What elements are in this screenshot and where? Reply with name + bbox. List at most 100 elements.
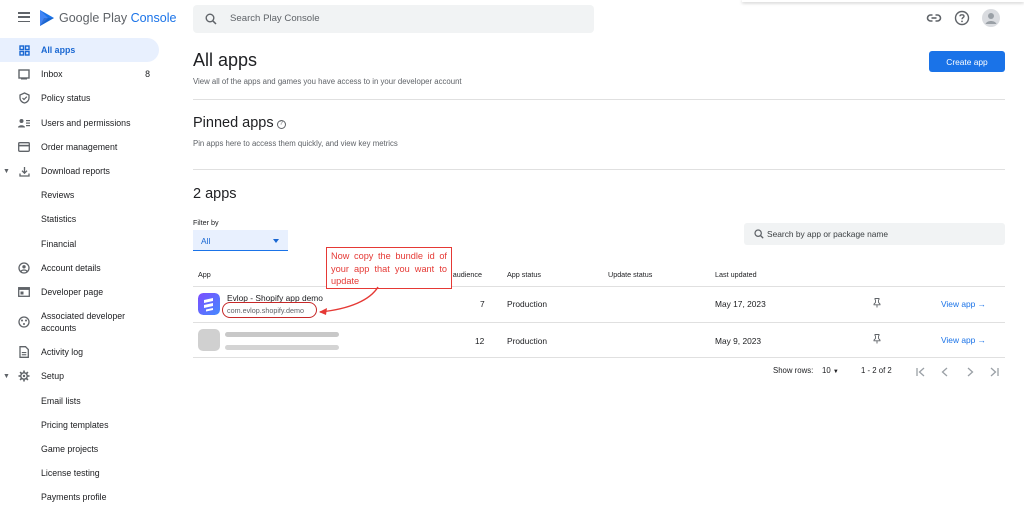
pin-icon[interactable]: [873, 298, 881, 308]
search-icon: [754, 229, 764, 239]
last-updated-value: May 17, 2023: [715, 299, 766, 309]
help-icon[interactable]: [954, 10, 970, 26]
column-header-app-status[interactable]: App status: [507, 270, 541, 279]
search-icon: [205, 13, 217, 25]
card-icon: [18, 141, 30, 153]
associated-icon: [18, 316, 30, 328]
table-row[interactable]: 12 Production May 9, 2023 View app →: [193, 322, 1005, 358]
column-header-last-updated[interactable]: Last updated: [715, 270, 757, 279]
help-circle-icon[interactable]: ?: [276, 120, 286, 129]
app-logo-icon: [198, 329, 220, 351]
show-rows-label: Show rows:: [773, 366, 814, 375]
sidebar-item-email-lists[interactable]: Email lists: [0, 388, 168, 412]
sidebar-item-activity-log[interactable]: Activity log: [0, 340, 168, 364]
sidebar-item-order-management[interactable]: Order management: [0, 135, 168, 159]
sidebar-item-statistics[interactable]: Statistics: [0, 207, 168, 231]
app-search-input[interactable]: Search by app or package name: [744, 223, 1005, 245]
sidebar-item-developer-page[interactable]: Developer page: [0, 280, 168, 304]
sidebar-item-pricing-templates[interactable]: Pricing templates: [0, 413, 168, 437]
view-app-link[interactable]: View app →: [941, 335, 986, 345]
sidebar-item-associated-developer-accounts[interactable]: Associated developer accounts: [0, 304, 168, 340]
sidebar-item-label: Pricing templates: [41, 419, 109, 430]
shield-icon: [18, 92, 30, 105]
sidebar-item-download-reports[interactable]: ▼ Download reports: [0, 159, 168, 183]
link-icon[interactable]: [926, 10, 942, 26]
sidebar-item-label: Download reports: [41, 166, 110, 177]
arrow-right-icon: →: [977, 335, 987, 345]
sidebar-item-reviews[interactable]: Reviews: [0, 183, 168, 207]
divider: [193, 99, 1005, 100]
caret-down-icon[interactable]: ▼: [3, 168, 10, 175]
create-app-button[interactable]: Create app: [929, 51, 1005, 72]
app-search-placeholder: Search by app or package name: [767, 229, 889, 239]
sidebar-item-label: Inbox: [41, 69, 63, 80]
sidebar: Google Play Console All apps Inbox 8 Pol…: [0, 0, 176, 509]
filter-label: Filter by: [193, 218, 219, 227]
annotation-text: Now copy the bundle id of your app that …: [331, 251, 447, 286]
sidebar-item-label: Reviews: [41, 190, 75, 201]
brand-header: Google Play Console: [0, 0, 176, 36]
sidebar-item-label: Setup: [41, 371, 64, 382]
search-placeholder: Search Play Console: [230, 13, 320, 24]
redacted-app-name: [225, 332, 339, 337]
caret-down-icon[interactable]: ▼: [3, 373, 10, 380]
gear-icon: [18, 370, 30, 382]
page-icon: [18, 286, 30, 298]
play-console-logo-icon: [40, 10, 54, 26]
page-title: All apps: [193, 50, 258, 70]
users-icon: [18, 117, 30, 129]
first-page-icon[interactable]: [914, 365, 928, 379]
top-bar-actions: [904, 0, 1024, 36]
view-app-link[interactable]: View app →: [941, 299, 986, 309]
sidebar-item-label: Email lists: [41, 395, 81, 406]
sidebar-item-label: Account details: [41, 262, 101, 273]
next-page-icon[interactable]: [963, 365, 977, 379]
sidebar-item-label: Game projects: [41, 443, 99, 454]
sidebar-item-label: Associated developer accounts: [41, 311, 126, 334]
sidebar-item-financial[interactable]: Financial: [0, 232, 168, 256]
account-icon: [18, 262, 30, 274]
pin-icon[interactable]: [873, 334, 881, 344]
sidebar-item-game-projects[interactable]: Game projects: [0, 437, 168, 461]
sidebar-item-label: All apps: [41, 45, 76, 56]
sidebar-item-label: License testing: [41, 468, 100, 479]
annotation-arrow-icon: [319, 286, 379, 315]
last-page-icon[interactable]: [987, 365, 1001, 379]
sidebar-item-inbox[interactable]: Inbox 8: [0, 62, 168, 86]
column-header-update-status[interactable]: Update status: [608, 270, 652, 279]
menu-icon[interactable]: [18, 12, 30, 23]
arrow-right-icon: →: [977, 299, 987, 309]
sidebar-item-policy-status[interactable]: Policy status: [0, 86, 168, 110]
app-logo-icon: [198, 293, 220, 315]
download-icon: [18, 165, 30, 177]
sidebar-item-users-and-permissions[interactable]: Users and permissions: [0, 111, 168, 135]
sidebar-item-license-testing[interactable]: License testing: [0, 461, 168, 485]
annotation-highlight-oval: [222, 302, 317, 318]
sidebar-item-account-details[interactable]: Account details: [0, 256, 168, 280]
grid-icon: [18, 44, 30, 56]
sidebar-item-all-apps[interactable]: All apps: [0, 38, 159, 63]
sidebar-item-payments-profile[interactable]: Payments profile: [0, 485, 168, 509]
avatar-icon[interactable]: [982, 9, 1000, 27]
brand-title[interactable]: Google Play Console: [59, 11, 176, 25]
rows-per-page-select[interactable]: 10 ▼: [822, 366, 839, 375]
chevron-down-icon: [273, 239, 279, 243]
global-search-input[interactable]: Search Play Console: [193, 5, 594, 33]
column-header-app: App: [198, 270, 211, 279]
filter-value: All: [201, 236, 211, 246]
divider: [193, 169, 1005, 170]
apps-count-title: 2 apps: [193, 186, 237, 202]
sidebar-item-label: Policy status: [41, 93, 91, 104]
installed-audience-value: 7: [480, 299, 485, 309]
sidebar-item-label: Order management: [41, 141, 118, 152]
sidebar-item-setup[interactable]: ▼ Setup: [0, 364, 168, 388]
annotation-callout: Now copy the bundle id of your app that …: [326, 247, 452, 289]
app-status-value: Production: [507, 336, 548, 346]
sidebar-item-label: Financial: [41, 238, 77, 249]
pagination-range: 1 - 2 of 2: [861, 366, 892, 375]
caret-down-icon: ▼: [832, 369, 839, 375]
previous-page-icon[interactable]: [938, 365, 952, 379]
filter-dropdown[interactable]: All: [193, 230, 288, 251]
last-updated-value: May 9, 2023: [715, 336, 762, 346]
sidebar-item-label: Payments profile: [41, 492, 107, 503]
